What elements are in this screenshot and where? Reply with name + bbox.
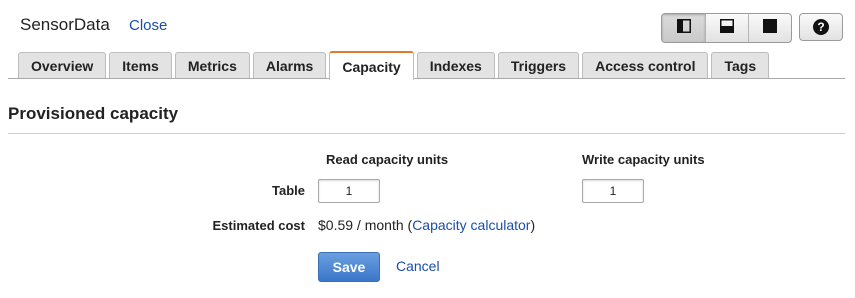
tab-bar-divider: [8, 78, 845, 79]
save-button[interactable]: Save: [318, 252, 380, 282]
estimated-cost-label: Estimated cost: [212, 218, 305, 233]
help-button[interactable]: ?: [799, 13, 843, 41]
split-left-panel-icon: [676, 18, 691, 38]
calculator-close-paren: ): [530, 217, 536, 233]
estimated-cost-value: $0.59 / month: [318, 217, 404, 233]
write-capacity-header: Write capacity units: [582, 152, 705, 167]
view-layout-toggle: [661, 13, 792, 43]
tab-bar: Overview Items Metrics Alarms Capacity I…: [18, 51, 772, 80]
read-capacity-header: Read capacity units: [326, 152, 449, 167]
close-link[interactable]: Close: [129, 17, 167, 34]
split-bottom-view-button[interactable]: [705, 14, 748, 42]
split-bottom-panel-icon: [720, 18, 734, 38]
tab-capacity[interactable]: Capacity: [329, 51, 414, 80]
tab-metrics[interactable]: Metrics: [174, 52, 250, 79]
table-row-label: Table: [272, 183, 305, 198]
table-title: SensorData: [20, 15, 110, 34]
capacity-calculator-link[interactable]: Capacity calculator: [412, 217, 530, 233]
estimated-cost: $0.59 / month (Capacity calculator): [318, 217, 535, 233]
full-view-button[interactable]: [748, 14, 791, 42]
cancel-link[interactable]: Cancel: [396, 258, 440, 274]
tab-alarms[interactable]: Alarms: [252, 52, 327, 79]
tab-indexes[interactable]: Indexes: [416, 52, 495, 79]
read-capacity-input[interactable]: [318, 179, 380, 203]
section-title: Provisioned capacity: [8, 104, 179, 123]
tab-access-control[interactable]: Access control: [582, 52, 709, 79]
section-divider: [8, 133, 845, 134]
tab-overview[interactable]: Overview: [18, 52, 107, 79]
full-panel-icon: [763, 18, 777, 38]
write-capacity-input[interactable]: [582, 179, 644, 203]
tab-triggers[interactable]: Triggers: [497, 52, 580, 79]
help-icon: ?: [813, 19, 829, 35]
split-left-view-button[interactable]: [662, 14, 705, 42]
tab-items[interactable]: Items: [109, 52, 172, 79]
tab-tags[interactable]: Tags: [711, 52, 770, 79]
